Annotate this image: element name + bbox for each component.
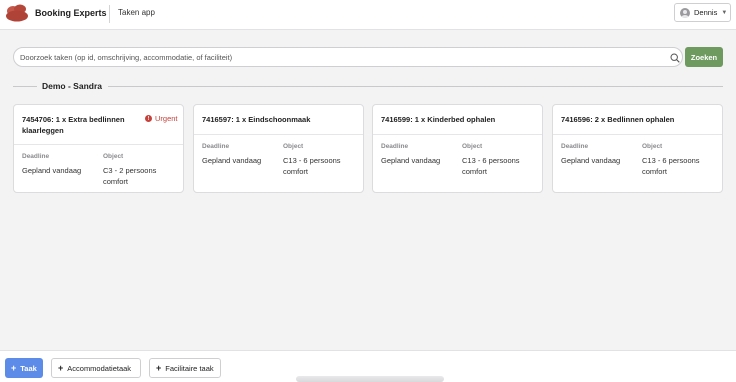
deadline-value: Gepland vandaag (381, 156, 441, 165)
card-divider (14, 144, 183, 145)
user-avatar-icon (680, 7, 690, 18)
card-divider (194, 134, 363, 135)
user-name: Dennis (694, 8, 718, 17)
add-facility-task-button[interactable]: + Facilitaire taak (149, 358, 221, 378)
add-accommodation-task-label: Accommodatietaak (67, 363, 132, 373)
object-value: C13 - 6 persoons comfort (283, 156, 341, 176)
urgent-badge: ! Urgent (145, 114, 178, 123)
search-button[interactable]: Zoeken (685, 47, 723, 67)
card-divider (553, 134, 722, 135)
deadline-value: Gepland vandaag (22, 166, 82, 175)
add-task-button[interactable]: + Taak (5, 358, 43, 378)
top-bar: Booking Experts Taken app Dennis ▼ (0, 0, 736, 30)
booking-experts-logo[interactable] (5, 4, 29, 22)
search-icon[interactable] (670, 53, 680, 63)
plus-icon: + (156, 363, 162, 373)
deadline-label: Deadline (381, 143, 409, 150)
scroll-indicator (296, 376, 444, 382)
plus-icon: + (58, 363, 64, 373)
card-divider (373, 134, 542, 135)
search-bar (13, 47, 683, 67)
brand-name: Booking Experts (35, 8, 107, 18)
urgent-label: Urgent (155, 114, 178, 123)
object-value: C13 - 6 persoons comfort (462, 156, 520, 176)
add-task-label: Taak (20, 363, 37, 373)
object-label: Object (103, 153, 124, 160)
task-card[interactable]: 7416599: 1 x Kinderbed ophalen Deadline … (372, 104, 543, 193)
deadline-label: Deadline (561, 143, 589, 150)
deadline-value: Gepland vandaag (561, 156, 621, 165)
task-title: 7416599: 1 x Kinderbed ophalen (381, 115, 496, 124)
deadline-label: Deadline (22, 153, 50, 160)
object-value: C3 - 2 persoons comfort (103, 166, 157, 186)
brand-divider (109, 5, 110, 23)
group-divider-left (13, 86, 37, 87)
task-title: 7454706: 1 x Extra bedlinnen klaarleggen (22, 115, 125, 135)
add-facility-task-label: Facilitaire taak (165, 363, 214, 373)
task-card[interactable]: 7416596: 2 x Bedlinnen ophalen Deadline … (552, 104, 723, 193)
app-name: Taken app (118, 8, 155, 17)
plus-icon: + (11, 363, 17, 373)
deadline-value: Gepland vandaag (202, 156, 262, 165)
add-accommodation-task-button[interactable]: + Accommodatietaak (51, 358, 141, 378)
task-title: 7416597: 1 x Eindschoonmaak (202, 115, 311, 124)
object-label: Object (642, 143, 663, 150)
deadline-label: Deadline (202, 143, 230, 150)
object-value: C13 - 6 persoons comfort (642, 156, 700, 176)
alert-icon: ! (145, 115, 152, 122)
object-label: Object (462, 143, 483, 150)
task-card[interactable]: 7454706: 1 x Extra bedlinnen klaarleggen… (13, 104, 184, 193)
object-label: Object (283, 143, 304, 150)
search-input[interactable] (20, 51, 660, 64)
task-card[interactable]: 7416597: 1 x Eindschoonmaak Deadline Obj… (193, 104, 364, 193)
task-title: 7416596: 2 x Bedlinnen ophalen (561, 115, 675, 124)
group-title: Demo - Sandra (42, 81, 102, 91)
chevron-down-icon: ▼ (721, 9, 728, 16)
group-divider-right (108, 86, 723, 87)
user-menu-button[interactable]: Dennis ▼ (674, 3, 731, 22)
